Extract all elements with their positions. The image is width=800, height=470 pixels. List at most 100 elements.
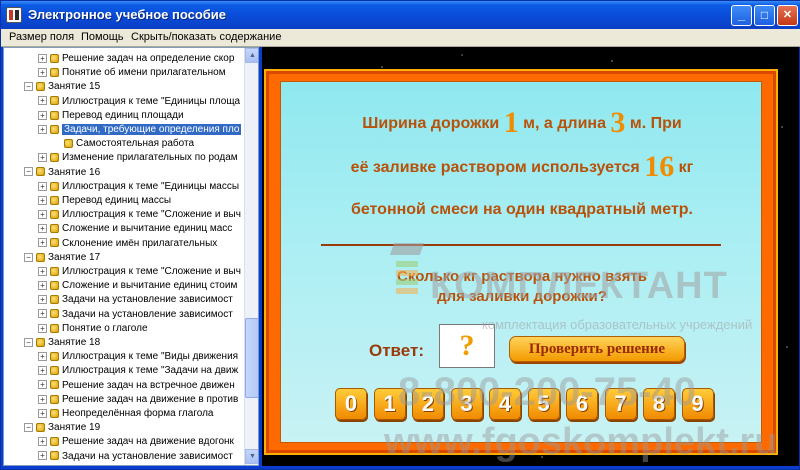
- digit-key-8[interactable]: 8: [643, 388, 675, 420]
- digit-key-2[interactable]: 2: [412, 388, 444, 420]
- tree-item-label: Занятие 17: [48, 251, 101, 263]
- expand-icon[interactable]: +: [38, 195, 47, 205]
- digit-key-0[interactable]: 0: [335, 388, 367, 420]
- tree-item[interactable]: + Перевод единиц площади: [38, 109, 184, 123]
- expand-icon[interactable]: +: [38, 181, 47, 191]
- expand-icon[interactable]: +: [38, 437, 47, 447]
- expand-icon[interactable]: +: [38, 53, 47, 63]
- divider: [321, 244, 721, 246]
- task-line-1: Ширина дорожки 1 м, а длина 3 м. При: [281, 106, 763, 140]
- digit-key-5[interactable]: 5: [527, 388, 560, 420]
- tree-item[interactable]: + Иллюстрация к теме "Единицы массы: [38, 180, 239, 194]
- digit-key-4[interactable]: 4: [489, 388, 521, 420]
- tree-item-label: Занятие 15: [48, 81, 101, 93]
- tree-item-label: Занятие 18: [48, 337, 101, 348]
- tree-lesson-node[interactable]: − Занятие 15: [24, 80, 100, 94]
- maximize-button[interactable]: □: [754, 5, 775, 26]
- tree-item[interactable]: + Понятие об имени прилагательном: [38, 66, 226, 80]
- tree-item-label: Самостоятельная работа: [76, 138, 195, 150]
- answer-field[interactable]: ?: [439, 324, 495, 368]
- tree-item-label: Занятие 19: [48, 422, 101, 434]
- expand-icon[interactable]: +: [38, 295, 47, 305]
- expand-icon[interactable]: +: [38, 266, 47, 276]
- expand-icon[interactable]: +: [38, 451, 47, 461]
- expand-icon[interactable]: +: [38, 352, 47, 362]
- digit-key-1[interactable]: 1: [373, 388, 406, 420]
- tree-item[interactable]: + Иллюстрация к теме "Единицы площа: [38, 95, 240, 109]
- expand-icon[interactable]: +: [38, 153, 47, 163]
- expand-icon[interactable]: +: [38, 380, 47, 390]
- scroll-thumb[interactable]: [245, 318, 258, 398]
- expand-icon[interactable]: +: [38, 96, 47, 106]
- tree-item[interactable]: + Иллюстрация к теме "Сложение и выч: [38, 265, 241, 279]
- title-bar[interactable]: Электронное учебное пособие _ □ ✕: [1, 1, 800, 29]
- tree-item-label: Понятие о глаголе: [62, 322, 148, 334]
- collapse-icon[interactable]: −: [24, 252, 33, 262]
- check-solution-button[interactable]: Проверить решение: [509, 336, 685, 362]
- tree-item-label: Изменение прилагательных по родам: [62, 152, 238, 164]
- expand-icon[interactable]: +: [38, 68, 47, 78]
- tree-item-label: Перевод единиц площади: [62, 109, 184, 121]
- tree-item[interactable]: + Перевод единиц массы: [38, 194, 171, 208]
- expand-icon[interactable]: +: [38, 366, 47, 376]
- tree-item[interactable]: + Иллюстрация к теме "Сложение и выч: [38, 208, 241, 222]
- tree-lesson-node[interactable]: − Занятие 17: [24, 251, 100, 265]
- lesson-area: Ширина дорожки 1 м, а длина 3 м. При её …: [262, 47, 799, 466]
- app-icon: [6, 7, 22, 23]
- tree-item[interactable]: + Понятие о глаголе: [38, 322, 148, 336]
- task-text: м. При: [629, 115, 682, 132]
- expand-icon[interactable]: +: [38, 110, 47, 120]
- tree-item[interactable]: + Иллюстрация к теме "Задачи на движ: [38, 364, 238, 378]
- expand-icon[interactable]: +: [38, 238, 47, 248]
- expand-icon[interactable]: +: [38, 309, 47, 319]
- collapse-icon[interactable]: −: [24, 167, 33, 177]
- expand-icon[interactable]: +: [38, 408, 47, 418]
- tree-item[interactable]: + Задачи на установление зависимост: [38, 308, 233, 322]
- tree-item[interactable]: + Склонение имён прилагательных: [38, 237, 217, 251]
- digit-key-6[interactable]: 6: [566, 388, 598, 420]
- tree-item-label: Иллюстрация к теме "Виды движения: [62, 351, 239, 363]
- tree-item[interactable]: + Решение задач на движение в против: [38, 393, 238, 407]
- tree-lesson-node[interactable]: − Занятие 18: [24, 336, 100, 350]
- collapse-icon[interactable]: −: [24, 337, 33, 347]
- expand-icon[interactable]: +: [38, 210, 47, 220]
- menu-toggle-contents[interactable]: Скрыть/показать содержание: [131, 31, 281, 43]
- tree-item[interactable]: + Сложение и вычитание единиц масс: [38, 222, 232, 236]
- vertical-scrollbar[interactable]: ▲ ▼: [244, 48, 258, 465]
- task-text: её заливке раствором используется: [350, 159, 640, 176]
- minimize-button[interactable]: _: [731, 5, 752, 26]
- tree-item[interactable]: + Задачи на установление зависимост: [38, 450, 233, 464]
- app-window: Электронное учебное пособие _ □ ✕ Размер…: [0, 0, 800, 470]
- tree-item[interactable]: + Изменение прилагательных по родам: [38, 151, 238, 165]
- tree-item[interactable]: + Решение задач на встречное движен: [38, 379, 235, 393]
- expand-icon[interactable]: +: [38, 224, 47, 234]
- tree-lesson-node[interactable]: − Занятие 19: [24, 421, 100, 435]
- menu-help[interactable]: Помощь: [81, 31, 124, 43]
- tree-item-label: Неопределённая форма глагола: [62, 408, 214, 419]
- tree-lesson-node[interactable]: − Занятие 16: [24, 166, 100, 180]
- collapse-icon[interactable]: −: [24, 423, 33, 433]
- tree-item[interactable]: + Решение задач на движение вдогонк: [38, 435, 234, 449]
- menu-field-size[interactable]: Размер поля: [9, 31, 74, 43]
- scroll-up-icon[interactable]: ▲: [245, 48, 258, 63]
- expand-icon[interactable]: +: [38, 281, 47, 291]
- tree-item[interactable]: + Задачи на установление зависимост: [38, 293, 233, 307]
- topic-icon: [50, 238, 59, 248]
- tree-item[interactable]: +Самостоятельная работа: [52, 137, 194, 151]
- expand-icon[interactable]: +: [38, 394, 47, 404]
- close-button[interactable]: ✕: [777, 5, 798, 26]
- expand-icon[interactable]: +: [38, 323, 47, 333]
- expand-icon[interactable]: +: [38, 124, 47, 134]
- digit-key-3[interactable]: 3: [450, 388, 483, 420]
- tree-item[interactable]: + Сложение и вычитание единиц стоим: [38, 279, 237, 293]
- tree-item[interactable]: + Неопределённая форма глагола: [38, 407, 213, 421]
- digit-key-7[interactable]: 7: [604, 388, 637, 420]
- tree-item[interactable]: + Иллюстрация к теме "Виды движения: [38, 350, 238, 364]
- digit-key-9[interactable]: 9: [681, 388, 714, 420]
- scroll-down-icon[interactable]: ▼: [245, 449, 258, 464]
- task-board: Ширина дорожки 1 м, а длина 3 м. При её …: [264, 69, 778, 455]
- length-value: 3: [610, 106, 626, 139]
- tree-item[interactable]: + Задачи, требующие определения пло: [38, 123, 242, 137]
- collapse-icon[interactable]: −: [24, 82, 33, 92]
- tree-item[interactable]: + Решение задач на определение скор: [38, 52, 234, 66]
